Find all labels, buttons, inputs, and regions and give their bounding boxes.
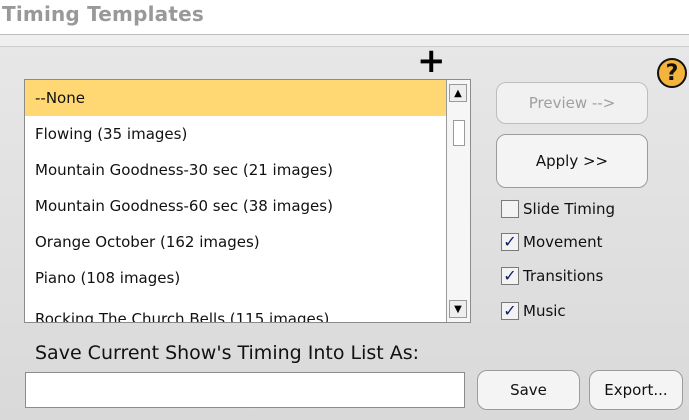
list-item[interactable]: Mountain Goodness-60 sec (38 images) bbox=[25, 188, 447, 224]
checkmark-icon[interactable]: ✓ bbox=[501, 267, 519, 285]
checkmark-icon[interactable]: ✓ bbox=[501, 233, 519, 251]
list-item[interactable]: Rocking The Church Bells (115 images) bbox=[25, 296, 447, 322]
vertical-scrollbar[interactable]: ▲ ▼ bbox=[446, 80, 470, 322]
preview-button[interactable]: Preview --> bbox=[496, 82, 648, 124]
checkbox-box[interactable] bbox=[501, 200, 519, 218]
slide-timing-checkbox[interactable]: Slide Timing bbox=[501, 200, 615, 218]
scrollbar-thumb[interactable] bbox=[453, 120, 465, 146]
save-timing-label: Save Current Show's Timing Into List As: bbox=[35, 342, 420, 364]
transitions-checkbox[interactable]: ✓ Transitions bbox=[501, 267, 603, 285]
movement-label: Movement bbox=[523, 233, 603, 251]
list-item[interactable]: Piano (108 images) bbox=[25, 260, 447, 296]
list-item[interactable]: Mountain Goodness-30 sec (21 images) bbox=[25, 152, 447, 188]
save-name-input[interactable] bbox=[25, 372, 465, 408]
export-button[interactable]: Export... bbox=[589, 370, 683, 410]
music-label: Music bbox=[523, 302, 566, 320]
template-list[interactable]: --None Flowing (35 images) Mountain Good… bbox=[24, 79, 471, 323]
slide-timing-label: Slide Timing bbox=[523, 200, 616, 218]
list-item[interactable]: --None bbox=[25, 80, 447, 116]
apply-button[interactable]: Apply >> bbox=[496, 134, 648, 188]
transitions-label: Transitions bbox=[523, 267, 604, 285]
movement-checkbox[interactable]: ✓ Movement bbox=[501, 233, 602, 251]
template-list-items: --None Flowing (35 images) Mountain Good… bbox=[25, 80, 447, 322]
list-item[interactable]: Orange October (162 images) bbox=[25, 224, 447, 260]
scroll-down-icon[interactable]: ▼ bbox=[449, 300, 467, 318]
scroll-up-icon[interactable]: ▲ bbox=[449, 84, 467, 102]
music-checkbox[interactable]: ✓ Music bbox=[501, 302, 566, 320]
save-button[interactable]: Save bbox=[477, 370, 580, 410]
help-icon[interactable]: ? bbox=[657, 58, 687, 88]
plus-icon[interactable]: + bbox=[417, 44, 446, 78]
page-title: Timing Templates bbox=[2, 2, 204, 26]
checkmark-icon[interactable]: ✓ bbox=[501, 302, 519, 320]
list-item[interactable]: Flowing (35 images) bbox=[25, 116, 447, 152]
